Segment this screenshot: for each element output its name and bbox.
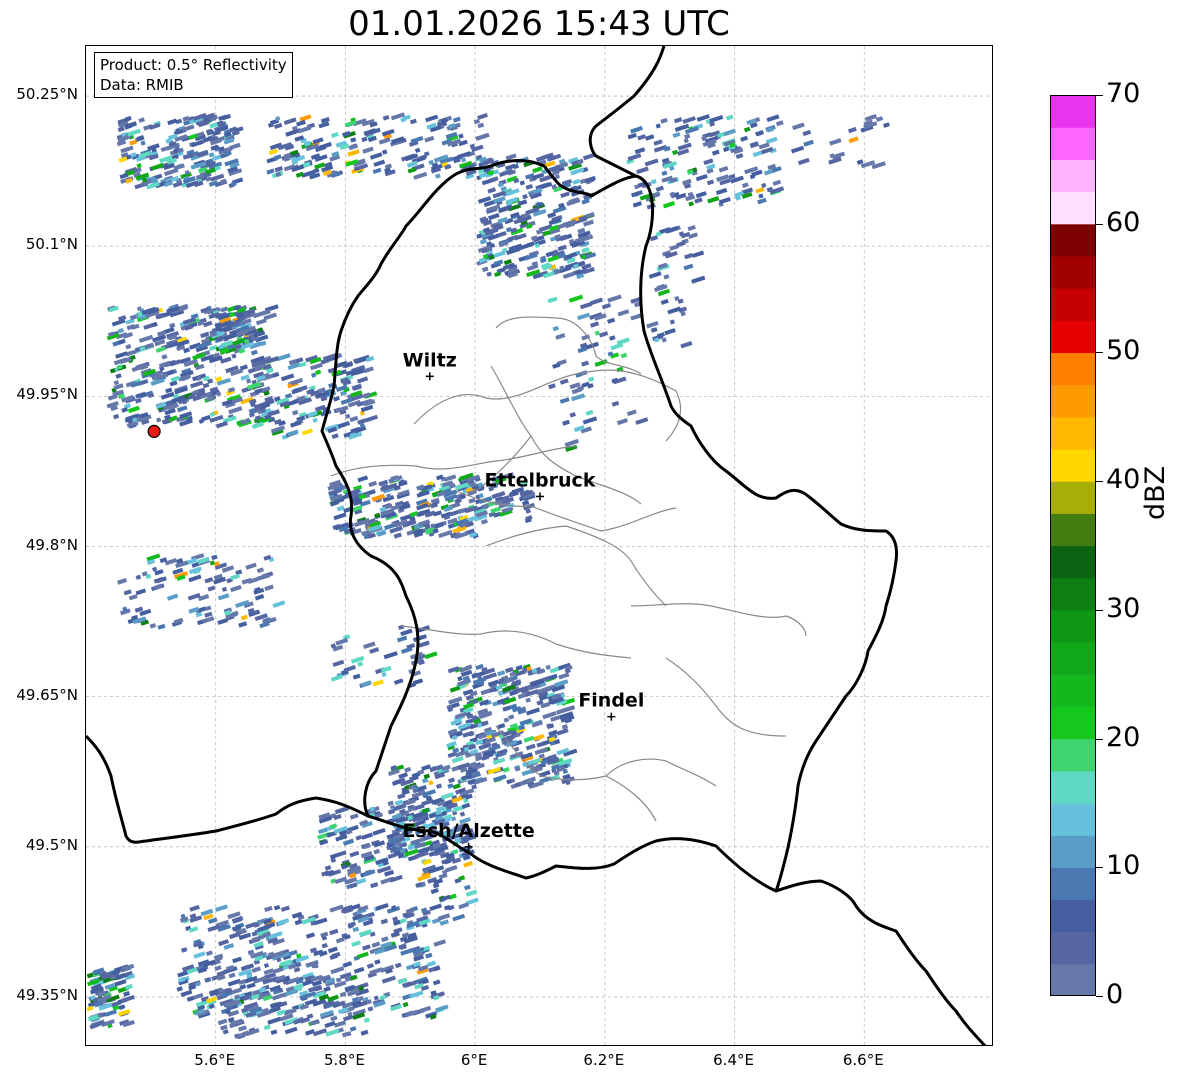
colorbar-tick-3: 30 (1106, 592, 1141, 624)
colorbar-segment-10 (1050, 642, 1096, 675)
colorbar-segment-16 (1050, 448, 1096, 482)
colorbar-tick-2: 20 (1106, 721, 1141, 753)
colorbar-tick-mark-4 (1096, 481, 1103, 483)
colorbar-segment-23 (1050, 223, 1096, 257)
lat-tick-label-3: 49.8°N (25, 535, 78, 554)
radar-map[interactable]: Wiltz Ettelbruck Findel Esch/Alzette (85, 45, 993, 1046)
colorbar-tick-7: 70 (1106, 78, 1141, 109)
colorbar-segment-8 (1050, 706, 1096, 740)
city-label-2: Findel (578, 690, 644, 712)
colorbar-segment-21 (1050, 288, 1096, 321)
colorbar-tick-mark-6 (1096, 223, 1103, 225)
lat-tick-label-5: 49.5°N (25, 835, 78, 854)
colorbar-tick-6: 60 (1106, 206, 1141, 238)
colorbar-segment-18 (1050, 384, 1096, 418)
lat-tick-label-2: 49.95°N (16, 385, 78, 404)
colorbar-segment-6 (1050, 770, 1096, 804)
lon-tick-label-5: 6.6°E (842, 1051, 884, 1069)
city-label-1: Ettelbruck (485, 469, 596, 491)
colorbar-segment-2 (1050, 899, 1096, 933)
radar-site (147, 424, 161, 438)
colorbar-segment-25 (1050, 159, 1096, 193)
colorbar-segment-13 (1050, 545, 1096, 579)
colorbar-segment-4 (1050, 835, 1096, 868)
product-info-box: Product: 0.5° Reflectivity Data: RMIB (94, 52, 293, 98)
lat-tick-label-1: 50.1°N (25, 235, 78, 254)
colorbar-segment-24 (1050, 191, 1096, 225)
colorbar-segment-17 (1050, 416, 1096, 450)
colorbar-tick-5: 50 (1106, 335, 1141, 367)
colorbar-label: dBZ (1140, 465, 1171, 520)
colorbar-segment-22 (1050, 255, 1096, 289)
colorbar-tick-mark-3 (1096, 609, 1103, 611)
colorbar-tick-mark-7 (1096, 95, 1103, 96)
map-title: 01.01.2026 15:43 UTC (348, 4, 730, 44)
colorbar-segment-9 (1050, 674, 1096, 707)
colorbar-tick-mark-0 (1096, 996, 1103, 997)
city-0: Wiltz (403, 349, 457, 381)
radar-echoes (86, 112, 890, 1040)
colorbar (1050, 95, 1096, 996)
colorbar-segment-27 (1050, 95, 1096, 128)
lon-tick-label-0: 5.6°E (194, 1051, 236, 1069)
colorbar-segment-26 (1050, 127, 1096, 160)
colorbar-segment-14 (1050, 513, 1096, 547)
colorbar-tick-mark-2 (1096, 738, 1103, 740)
city-2: Findel (578, 690, 644, 721)
colorbar-segment-5 (1050, 802, 1096, 836)
colorbar-segment-1 (1050, 931, 1096, 965)
colorbar-segment-0 (1050, 963, 1096, 996)
colorbar-segment-12 (1050, 577, 1096, 611)
colorbar-tick-mark-1 (1096, 867, 1103, 869)
colorbar-tick-mark-5 (1096, 352, 1103, 354)
city-label-0: Wiltz (403, 349, 457, 371)
colorbar-segment-19 (1050, 352, 1096, 386)
colorbar-segment-20 (1050, 320, 1096, 354)
colorbar-segment-3 (1050, 867, 1096, 901)
colorbar-segment-15 (1050, 481, 1096, 514)
lon-tick-label-4: 6.4°E (713, 1051, 754, 1069)
colorbar-segment-7 (1050, 738, 1096, 772)
city-label-3: Esch/Alzette (403, 820, 535, 842)
colorbar-tick-0: 0 (1106, 979, 1124, 1010)
lat-tick-label-6: 49.35°N (16, 985, 78, 1004)
colorbar-segment-11 (1050, 609, 1096, 643)
colorbar-tick-4: 40 (1106, 464, 1141, 496)
product-label: Product: 0.5° Reflectivity (100, 56, 287, 74)
lon-tick-label-1: 5.8°E (324, 1051, 365, 1069)
radar-map-canvas: Wiltz Ettelbruck Findel Esch/Alzette (86, 46, 992, 1045)
data-source-label: Data: RMIB (100, 76, 184, 94)
country-border-west (86, 734, 369, 844)
lon-tick-label-3: 6.2°E (583, 1051, 625, 1069)
lon-tick-label-2: 6°E (460, 1051, 488, 1069)
lat-tick-label-4: 49.65°N (16, 685, 78, 704)
lat-tick-label-0: 50.25°N (16, 85, 78, 104)
colorbar-tick-1: 10 (1106, 850, 1141, 882)
radar-site-marker (147, 424, 161, 438)
